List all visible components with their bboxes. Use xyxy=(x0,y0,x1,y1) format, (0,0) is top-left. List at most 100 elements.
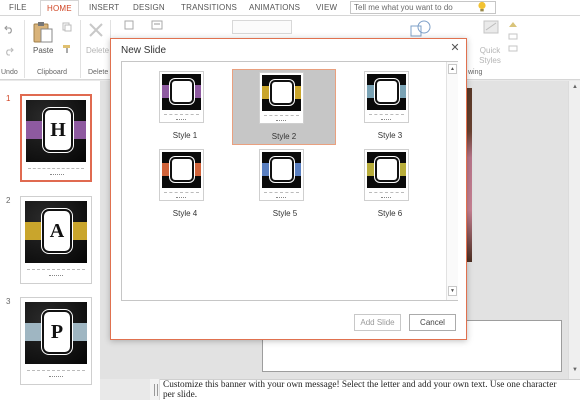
notes-pane[interactable]: Customize this banner with your own mess… xyxy=(160,379,580,400)
divider xyxy=(27,269,85,270)
slide-thumbnail-3[interactable]: P xyxy=(20,297,92,385)
lightbulb-icon[interactable] xyxy=(477,1,487,13)
divider xyxy=(369,192,404,193)
preview-background xyxy=(162,74,201,110)
divider xyxy=(264,115,299,116)
delete-button-label[interactable]: Delete xyxy=(86,46,109,55)
style-label: Style 4 xyxy=(172,209,198,218)
scroll-down-icon[interactable]: ▼ xyxy=(448,286,457,296)
style-preview xyxy=(159,71,204,123)
preview-background xyxy=(262,75,301,111)
dotted-line xyxy=(49,376,63,377)
preview-background xyxy=(367,152,406,188)
format-painter-icon[interactable] xyxy=(62,44,72,54)
style-option-3[interactable]: Style 3 xyxy=(338,69,442,145)
font-size-dropdown[interactable] xyxy=(232,20,292,34)
style-option-2[interactable]: Style 2 xyxy=(232,69,336,145)
preview-background xyxy=(162,152,201,188)
dotted-line xyxy=(176,197,186,198)
drawing-group-label: wing xyxy=(468,69,483,76)
divider xyxy=(369,114,404,115)
clipboard-group-label: Clipboard xyxy=(37,69,67,76)
slide-number: 3 xyxy=(6,297,11,306)
slide-thumbnail-2[interactable]: A xyxy=(20,196,92,284)
close-icon[interactable]: ✕ xyxy=(449,43,461,55)
tab-animations[interactable]: ANIMATIONS xyxy=(249,0,300,16)
banner-art: P xyxy=(25,302,87,364)
letter-plaque: P xyxy=(42,310,72,354)
quick-styles-label[interactable]: Quick Styles xyxy=(478,46,502,66)
copy-icon[interactable] xyxy=(62,22,72,32)
scroll-up-icon[interactable]: ▲ xyxy=(570,83,580,92)
preview-background xyxy=(367,74,406,110)
style-label: Style 3 xyxy=(377,131,403,140)
vertical-scrollbar[interactable]: ▲ ▼ xyxy=(568,81,580,379)
quick-styles-icon[interactable] xyxy=(483,20,499,34)
banner-art: A xyxy=(25,201,87,263)
letter-plaque: A xyxy=(42,209,72,253)
undo-icon[interactable] xyxy=(4,24,14,34)
layout-icon[interactable] xyxy=(151,20,163,30)
tab-design[interactable]: DESIGN xyxy=(133,0,165,16)
dialog-title: New Slide xyxy=(121,45,167,56)
tab-home[interactable]: HOME xyxy=(40,0,79,17)
style-preview xyxy=(364,149,409,201)
slide-thumbnail-pane: 1 H 2 A 3 P xyxy=(0,81,100,400)
ribbon-divider xyxy=(80,20,81,78)
dotted-line xyxy=(276,197,286,198)
style-option-6[interactable]: Style 6 xyxy=(338,147,442,223)
delete-group-label: Delete xyxy=(88,69,109,76)
preview-plaque xyxy=(170,157,194,182)
new-slide-dialog: New Slide ✕ ▲ ▼ Style 1 Style 2 Style 3 … xyxy=(110,38,467,340)
slide-number: 2 xyxy=(6,196,11,205)
style-preview xyxy=(364,71,409,123)
banner-letter: P xyxy=(50,321,64,343)
style-preview xyxy=(259,72,304,124)
new-slide-icon[interactable] xyxy=(124,20,134,30)
style-option-4[interactable]: Style 4 xyxy=(133,147,237,223)
style-option-5[interactable]: Style 5 xyxy=(233,147,337,223)
style-label: Style 6 xyxy=(377,209,403,218)
tab-insert[interactable]: INSERT xyxy=(89,0,119,16)
slide-thumbnail-1[interactable]: H xyxy=(20,94,92,182)
style-preview xyxy=(259,149,304,201)
style-label: Style 2 xyxy=(271,132,297,141)
divider xyxy=(28,168,84,169)
splitter-handle-icon[interactable] xyxy=(154,384,158,396)
add-slide-button[interactable]: Add Slide xyxy=(354,314,401,331)
preview-plaque xyxy=(375,157,399,182)
ribbon-divider xyxy=(24,20,25,78)
scroll-up-icon[interactable]: ▲ xyxy=(448,64,457,74)
tell-me-input[interactable]: Tell me what you want to do xyxy=(350,1,496,14)
shape-format-icons[interactable] xyxy=(507,19,521,59)
banner-letter: H xyxy=(50,119,66,141)
preview-plaque xyxy=(270,157,294,182)
delete-icon[interactable] xyxy=(88,22,104,38)
divider xyxy=(164,192,199,193)
scroll-down-icon[interactable]: ▼ xyxy=(570,366,580,375)
paste-label[interactable]: Paste xyxy=(33,46,53,55)
shapes-icon[interactable] xyxy=(410,20,432,38)
banner-art: H xyxy=(26,100,86,162)
notes-text[interactable]: Customize this banner with your own mess… xyxy=(163,380,563,400)
gallery-scrollbar[interactable]: ▲ ▼ xyxy=(446,62,458,300)
redo-icon[interactable] xyxy=(4,46,14,56)
tab-transitions[interactable]: TRANSITIONS xyxy=(181,0,237,16)
style-option-1[interactable]: Style 1 xyxy=(133,69,237,145)
dotted-line xyxy=(49,275,63,276)
divider xyxy=(264,192,299,193)
divider xyxy=(27,370,85,371)
style-label: Style 5 xyxy=(272,209,298,218)
paste-icon[interactable] xyxy=(32,20,54,44)
divider xyxy=(164,114,199,115)
preview-background xyxy=(262,152,301,188)
tab-view[interactable]: VIEW xyxy=(316,0,337,16)
dotted-line xyxy=(176,119,186,120)
cancel-button[interactable]: Cancel xyxy=(409,314,456,331)
preview-plaque xyxy=(375,79,399,104)
undo-group-label: Undo xyxy=(1,69,18,76)
tab-file[interactable]: FILE xyxy=(9,0,27,16)
preview-plaque xyxy=(270,80,294,105)
dotted-line xyxy=(50,174,64,175)
letter-plaque: H xyxy=(43,108,73,152)
